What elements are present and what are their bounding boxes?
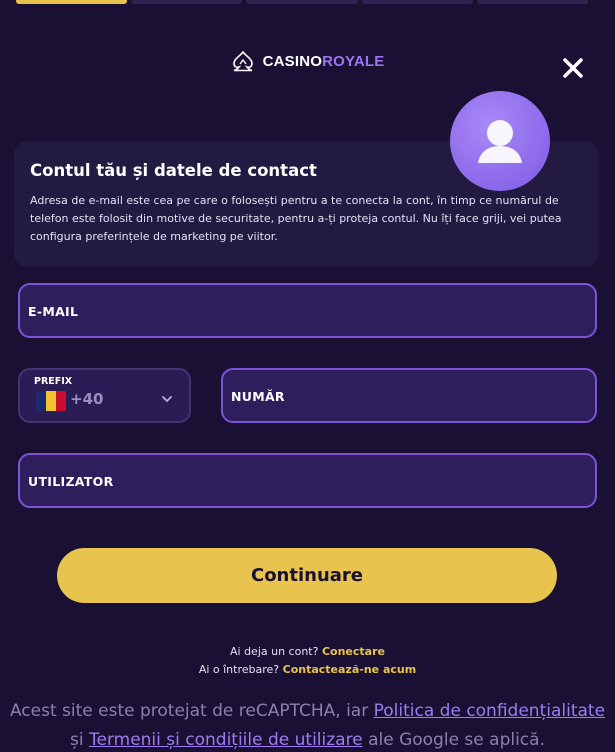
captcha-and-text: și <box>70 730 89 750</box>
logo-royale: ROYALE <box>322 52 385 70</box>
email-field[interactable]: E-MAIL <box>18 283 597 338</box>
recaptcha-notice: Acest site este protejat de reCAPTCHA, i… <box>0 697 615 752</box>
captcha-suffix-text: ale Google se aplică. <box>362 730 545 750</box>
logo-casino: CASINO <box>262 52 323 70</box>
captcha-prefix-text: Acest site este protejat de reCAPTCHA, i… <box>9 701 374 721</box>
romania-flag-icon <box>36 391 66 411</box>
terms-link[interactable]: Termenii și condițiile de utilizare <box>89 730 363 750</box>
login-link[interactable]: Conectare <box>322 645 385 658</box>
logo-text: CASINOROYALE <box>263 53 385 70</box>
user-avatar-icon <box>450 91 550 191</box>
chevron-down-icon <box>162 396 172 403</box>
close-icon[interactable] <box>561 56 585 80</box>
phone-number-field[interactable]: NUMĂR <box>221 368 597 423</box>
progress-steps <box>16 0 589 4</box>
prefix-label: PREFIX <box>34 376 73 387</box>
user-silhouette-icon <box>478 120 522 163</box>
progress-step-5 <box>476 0 589 4</box>
login-prompt: Ai deja un cont? Conectare <box>0 645 615 658</box>
contact-prompt: Ai o întrebare? Contactează-ne acum <box>0 663 615 676</box>
progress-step-3 <box>246 0 358 4</box>
casino-royale-logo: CASINOROYALE <box>0 50 615 72</box>
username-field[interactable]: UTILIZATOR <box>18 453 597 508</box>
info-text: Adresa de e-mail este cea pe care o folo… <box>30 194 562 243</box>
continue-button[interactable]: Continuare <box>57 548 557 603</box>
question-text: Ai o întrebare? <box>198 663 280 676</box>
username-label: UTILIZATOR <box>28 474 114 489</box>
email-label: E-MAIL <box>28 304 79 319</box>
contact-link[interactable]: Contactează-ne acum <box>283 663 417 676</box>
progress-step-4 <box>361 0 473 4</box>
prefix-value: +40 <box>70 390 104 408</box>
spade-crown-logo-icon <box>232 50 253 72</box>
number-label: NUMĂR <box>231 389 285 404</box>
have-account-text: Ai deja un cont? <box>230 645 319 658</box>
progress-step-2 <box>131 0 243 4</box>
progress-step-1 <box>16 0 128 4</box>
privacy-policy-link[interactable]: Politica de confidențialitate <box>374 701 605 721</box>
phone-prefix-select[interactable]: PREFIX +40 <box>18 368 191 423</box>
